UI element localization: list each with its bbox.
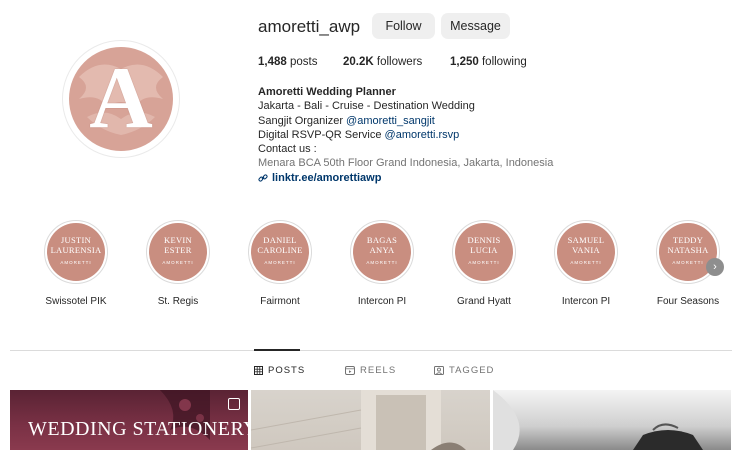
link-icon (258, 174, 268, 182)
highlight-item[interactable]: SAMUEL VANIA AMORETTI Intercon PI (546, 220, 626, 307)
bio-link-text: linktr.ee/amorettiawp (272, 171, 382, 184)
highlight-cover-text: VANIA (572, 244, 600, 255)
tab-label: TAGGED (449, 365, 495, 376)
grid-icon (254, 366, 263, 375)
highlight-label: Four Seasons (656, 296, 720, 307)
post-overlay-title: WEDDING STATIONERY (28, 418, 248, 440)
tab-reels[interactable]: REELS (345, 365, 396, 376)
stat-posts: 1,488 posts (258, 56, 317, 68)
highlight-cover: JUSTIN LAURENSIA AMORETTI (47, 223, 105, 281)
highlight-cover-text: ESTER (164, 244, 192, 255)
bio-external-link[interactable]: linktr.ee/amorettiawp (258, 171, 553, 185)
bio-text: Digital RSVP-QR Service (258, 128, 385, 141)
active-tab-indicator (254, 349, 300, 351)
highlight-cover: DENNIS LUCIA AMORETTI (455, 223, 513, 281)
highlight-label: Intercon PI (357, 296, 407, 307)
highlight-cover-text: NATASHA (667, 244, 709, 255)
highlight-cover-brand: AMORETTI (468, 260, 500, 266)
mention-link[interactable]: @amoretti.rsvp (385, 129, 460, 141)
follow-button[interactable]: Follow (372, 13, 435, 39)
highlight-ring: DENNIS LUCIA AMORETTI (452, 220, 516, 284)
post-thumbnail[interactable] (493, 390, 731, 450)
highlight-cover-text: LAURENSIA (50, 244, 102, 255)
highlight-cover-brand: AMORETTI (60, 260, 92, 266)
post-thumbnail[interactable] (251, 390, 490, 450)
highlight-ring: JUSTIN LAURENSIA AMORETTI (44, 220, 108, 284)
avatar-image: A (69, 47, 173, 151)
profile-username: amoretti_awp (258, 17, 361, 36)
tab-tagged[interactable]: TAGGED (434, 365, 494, 376)
highlight-item[interactable]: BAGAS ANYA AMORETTI Intercon PI (342, 220, 422, 307)
chevron-right-icon[interactable]: › (706, 258, 724, 276)
avatar-letter: A (89, 50, 153, 147)
highlight-item[interactable]: JUSTIN LAURENSIA AMORETTI Swissotel PIK (36, 220, 116, 307)
highlight-label: Grand Hyatt (457, 296, 511, 307)
mention-link[interactable]: @amoretti_sangjit (346, 115, 435, 127)
story-highlights: JUSTIN LAURENSIA AMORETTI Swissotel PIK KE… (0, 220, 740, 310)
profile-avatar[interactable]: A (62, 40, 180, 158)
highlight-label: Swissotel PIK (45, 296, 107, 307)
bio-address: Menara BCA 50th Floor Grand Indonesia, J… (258, 157, 554, 170)
highlight-label: St. Regis (157, 296, 199, 307)
tab-label: REELS (360, 365, 397, 376)
stat-followers[interactable]: 20.2K followers (343, 56, 422, 68)
bio-text: Sangjit Organizer (258, 114, 347, 127)
highlight-ring: KEVIN ESTER AMORETTI (146, 220, 210, 284)
bio-name: Amoretti Wedding Planner (258, 86, 396, 98)
carousel-icon (228, 398, 240, 410)
bio-line: Jakarta - Bali - Cruise - Destination We… (258, 100, 475, 113)
post-thumbnail[interactable]: WEDDING STATIONERY (10, 390, 248, 450)
highlight-cover-brand: AMORETTI (264, 260, 296, 266)
tabs-divider (10, 350, 732, 351)
highlight-cover-brand: AMORETTI (672, 260, 704, 266)
followers-count: 20.2K (343, 56, 374, 68)
bio-line: Digital RSVP-QR Service @amoretti.rsvp (258, 128, 553, 142)
message-button[interactable]: Message (441, 13, 510, 39)
stat-following[interactable]: 1,250 following (450, 56, 527, 68)
highlight-item[interactable]: DENNIS LUCIA AMORETTI Grand Hyatt (444, 220, 524, 307)
highlight-cover-brand: AMORETTI (162, 260, 194, 266)
following-count: 1,250 (450, 56, 479, 68)
highlight-ring: SAMUEL VANIA AMORETTI (554, 220, 618, 284)
highlight-label: Intercon PI (561, 296, 611, 307)
highlight-item[interactable]: DANIEL CAROLINE AMORETTI Fairmont (240, 220, 320, 307)
highlight-cover-text: CAROLINE (257, 244, 303, 255)
highlight-label: Fairmont (260, 296, 300, 307)
posts-label: posts (289, 56, 318, 68)
highlight-cover-brand: AMORETTI (366, 260, 398, 266)
highlight-item[interactable]: KEVIN ESTER AMORETTI St. Regis (138, 220, 218, 307)
highlight-cover: BAGAS ANYA AMORETTI (353, 223, 411, 281)
highlight-ring: BAGAS ANYA AMORETTI (350, 220, 414, 284)
highlight-cover: KEVIN ESTER AMORETTI (149, 223, 207, 281)
reels-icon (345, 366, 355, 375)
tab-label: POSTS (268, 365, 306, 376)
following-label: following (481, 56, 527, 68)
profile-bio: Amoretti Wedding Planner Jakarta - Bali … (258, 85, 553, 185)
post-image (251, 390, 466, 450)
followers-label: followers (376, 56, 423, 68)
highlight-cover-brand: AMORETTI (570, 260, 602, 266)
bio-line: Sangjit Organizer @amoretti_sangjit (258, 114, 553, 128)
highlight-cover: DANIEL CAROLINE AMORETTI (251, 223, 309, 281)
posts-count: 1,488 (258, 56, 287, 68)
tab-posts[interactable]: POSTS (254, 365, 305, 376)
highlight-ring: DANIEL CAROLINE AMORETTI (248, 220, 312, 284)
highlight-cover: SAMUEL VANIA AMORETTI (557, 223, 615, 281)
bio-line: Contact us : (258, 143, 317, 156)
tagged-icon (434, 366, 444, 375)
highlight-cover-text: LUCIA (470, 244, 498, 255)
highlight-cover-text: ANYA (369, 244, 395, 255)
post-image (493, 390, 703, 450)
